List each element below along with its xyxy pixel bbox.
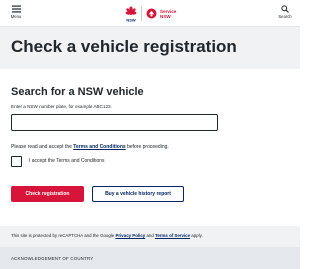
nsw-logo-text: NSW	[126, 17, 136, 22]
recaptcha-prefix: This site is protected by reCAPTCHA and …	[11, 233, 116, 238]
menu-button[interactable]: Menu	[9, 5, 23, 19]
accept-terms-checkbox[interactable]	[11, 156, 22, 167]
service-nsw-logo	[146, 8, 157, 19]
recaptcha-notice: This site is protected by reCAPTCHA and …	[11, 233, 203, 239]
service-nsw-wordmark: Service NSW	[160, 9, 176, 19]
page-title: Check a vehicle registration	[11, 37, 237, 56]
home-logo-link[interactable]: NSW Service NSW	[124, 4, 176, 23]
section-title: Search for a NSW vehicle	[11, 86, 144, 98]
acknowledgement-band: ACKNOWLEDGEMENT OF COUNTRY	[0, 247, 300, 269]
recaptcha-notice-band: This site is protected by reCAPTCHA and …	[0, 226, 300, 247]
acknowledgement-of-country[interactable]: ACKNOWLEDGEMENT OF COUNTRY	[11, 256, 93, 262]
service-nsw-line1: Service	[160, 8, 177, 14]
buy-history-report-button[interactable]: Buy a vehicle history report	[92, 186, 184, 202]
terms-of-service-link[interactable]: Terms of Service	[155, 233, 190, 238]
hamburger-icon	[11, 5, 21, 13]
menu-label: Menu	[10, 14, 22, 19]
check-registration-button[interactable]: Check registration	[11, 186, 84, 202]
terms-notice: Please read and accept the Terms and Con…	[11, 144, 169, 151]
terms-notice-prefix: Please read and accept the	[11, 144, 74, 150]
page-title-band: Check a vehicle registration	[0, 27, 300, 69]
site-header: Menu NSW Service NSW Search	[0, 0, 300, 27]
search-label: Search	[278, 14, 292, 19]
terms-link[interactable]: Terms and Conditions	[73, 144, 125, 150]
privacy-policy-link[interactable]: Privacy Policy	[115, 233, 145, 238]
plate-input-label: Enter a NSW number plate, for example AB…	[11, 104, 112, 109]
recaptcha-suffix: apply.	[190, 233, 203, 238]
recaptcha-and: and	[145, 233, 155, 238]
logo-divider	[141, 6, 142, 21]
service-nsw-line2: NSW	[160, 13, 171, 19]
number-plate-input[interactable]	[11, 114, 218, 131]
search-icon	[281, 5, 289, 13]
accept-terms-label[interactable]: I accept the Terms and Conditions	[29, 158, 105, 165]
terms-notice-suffix: before proceeding.	[125, 144, 169, 150]
search-button[interactable]: Search	[278, 5, 292, 19]
nsw-waratah-logo: NSW	[125, 5, 137, 22]
